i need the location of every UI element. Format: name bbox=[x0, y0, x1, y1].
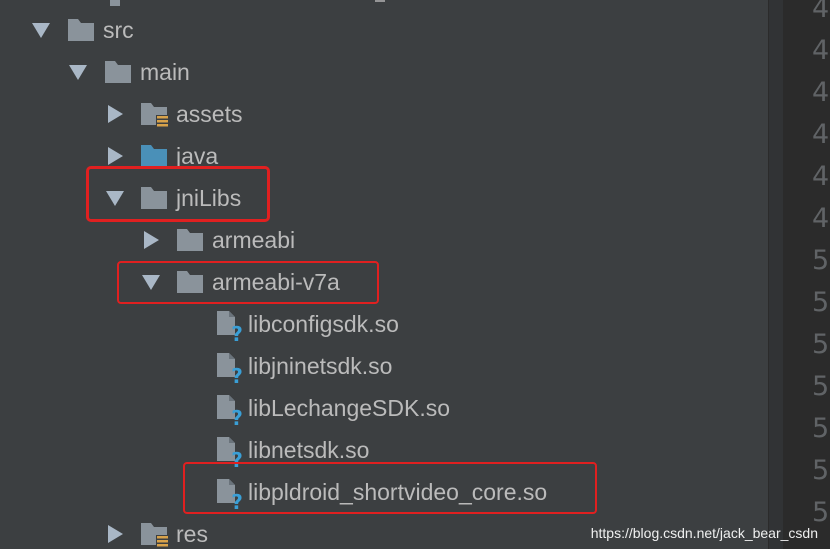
folder-icon bbox=[139, 177, 171, 219]
folder-icon bbox=[66, 9, 98, 51]
unknown-file-icon: ? bbox=[213, 303, 245, 346]
unknown-file-icon: ? bbox=[213, 345, 245, 388]
line-number: 5 bbox=[812, 329, 830, 360]
tree-row-armeabi-v7a[interactable]: armeabi-v7a bbox=[0, 261, 768, 303]
tree-row-file[interactable]: ? libconfigsdk.so bbox=[0, 303, 768, 346]
tree-label: main bbox=[140, 59, 190, 85]
resources-folder-icon bbox=[139, 513, 171, 549]
tree-row-file[interactable]: ? libpldroid_shortvideo_core.so bbox=[0, 471, 768, 514]
line-number: 4 bbox=[812, 35, 830, 66]
line-number: 4 bbox=[812, 119, 830, 150]
watermark: https://blog.csdn.net/jack_bear_csdn bbox=[590, 525, 818, 541]
tree-label: res bbox=[176, 521, 208, 547]
line-number: 5 bbox=[812, 413, 830, 444]
folder-icon bbox=[175, 219, 207, 261]
tree-label: libnetsdk.so bbox=[248, 437, 370, 463]
tree-row-src[interactable]: src bbox=[0, 9, 768, 51]
tree-row-file[interactable]: ? libjninetsdk.so bbox=[0, 345, 768, 388]
chevron-down-icon[interactable] bbox=[30, 9, 52, 51]
tree-label: src bbox=[103, 17, 134, 43]
svg-text:?: ? bbox=[231, 490, 243, 513]
project-tree: src main assets java jniLibs armeabi arm… bbox=[0, 0, 768, 549]
unknown-file-icon: ? bbox=[213, 471, 245, 514]
line-number: 5 bbox=[812, 287, 830, 318]
svg-text:?: ? bbox=[231, 322, 243, 345]
line-number: 4 bbox=[812, 161, 830, 192]
chevron-down-icon[interactable] bbox=[140, 261, 162, 303]
assets-folder-icon bbox=[139, 93, 171, 135]
chevron-down-icon[interactable] bbox=[67, 51, 89, 93]
tree-row-assets[interactable]: assets bbox=[0, 93, 768, 135]
line-number: 4 bbox=[812, 0, 830, 24]
tree-label: jniLibs bbox=[176, 185, 242, 211]
tree-label: armeabi-v7a bbox=[212, 269, 340, 295]
line-number: 5 bbox=[812, 371, 830, 402]
svg-text:?: ? bbox=[231, 406, 243, 429]
tree-row-java[interactable]: java bbox=[0, 135, 768, 177]
line-number: 5 bbox=[812, 245, 830, 276]
tree-row-jnilibs[interactable]: jniLibs bbox=[0, 177, 768, 219]
tree-label: libLechangeSDK.so bbox=[248, 395, 451, 421]
tree-row-armeabi[interactable]: armeabi bbox=[0, 219, 768, 261]
tree-label: java bbox=[176, 143, 219, 169]
partial-tree-row bbox=[80, 0, 440, 6]
line-number: 4 bbox=[812, 77, 830, 108]
unknown-file-icon: ? bbox=[213, 429, 245, 472]
line-number: 4 bbox=[812, 203, 830, 234]
editor-gutter: 4 4 4 4 4 4 5 5 5 5 5 5 5 bbox=[783, 0, 830, 549]
source-folder-icon bbox=[139, 135, 171, 177]
tree-label: libconfigsdk.so bbox=[248, 311, 399, 337]
chevron-down-icon[interactable] bbox=[104, 177, 126, 219]
chevron-right-icon[interactable] bbox=[140, 219, 162, 261]
tree-row-main[interactable]: main bbox=[0, 51, 768, 93]
tree-row-file[interactable]: ? libLechangeSDK.so bbox=[0, 387, 768, 430]
folder-icon bbox=[103, 51, 135, 93]
tree-label: libpldroid_shortvideo_core.so bbox=[248, 479, 548, 505]
chevron-right-icon[interactable] bbox=[104, 135, 126, 177]
chevron-right-icon[interactable] bbox=[104, 93, 126, 135]
line-number: 5 bbox=[812, 455, 830, 486]
vertical-scrollbar[interactable] bbox=[768, 0, 783, 549]
folder-icon bbox=[175, 261, 207, 303]
tree-label: armeabi bbox=[212, 227, 296, 253]
tree-label: assets bbox=[176, 101, 243, 127]
tree-label: libjninetsdk.so bbox=[248, 353, 393, 379]
svg-text:?: ? bbox=[231, 364, 243, 387]
unknown-file-icon: ? bbox=[213, 387, 245, 430]
chevron-right-icon[interactable] bbox=[104, 513, 126, 549]
svg-text:?: ? bbox=[231, 448, 243, 471]
tree-row-file[interactable]: ? libnetsdk.so bbox=[0, 429, 768, 472]
